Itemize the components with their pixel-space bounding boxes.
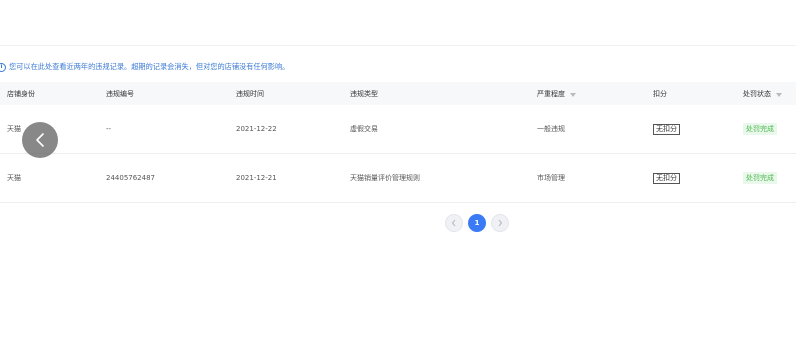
cell-violation-time: 2021-12-21 xyxy=(236,174,277,182)
col-severity: 严重程度 xyxy=(537,82,576,105)
cell-penalty-status: 处罚完成 xyxy=(743,154,777,202)
table-header: 店铺身份 违规编号 违规时间 违规类型 严重程度 扣分 处罚状态 xyxy=(0,82,796,105)
cell-severity: 一般违规 xyxy=(537,125,565,133)
prev-page-button[interactable] xyxy=(445,214,463,232)
back-button[interactable] xyxy=(22,122,58,158)
status-badge: 处罚完成 xyxy=(743,123,777,135)
cell-shop: 天猫 xyxy=(7,174,21,182)
deduction-tag: 无扣分 xyxy=(653,172,680,184)
col-deduction: 扣分 xyxy=(653,89,667,98)
status-badge: 处罚完成 xyxy=(743,172,777,184)
top-divider xyxy=(0,45,796,46)
cell-deduction: 无扣分 xyxy=(653,154,680,202)
col-violation-id: 违规编号 xyxy=(106,89,134,98)
cell-violation-id: -- xyxy=(106,125,112,133)
col-penalty-status: 处罚状态 xyxy=(743,82,782,105)
cell-violation-type: 虚假交易 xyxy=(350,125,378,133)
chevron-left-icon xyxy=(451,219,456,227)
col-shop-identity: 店铺身份 xyxy=(7,89,35,98)
notice-text: 您可以在此处查看近两年的违规记录。超期的记录会消失，但对您的店铺没有任何影响。 xyxy=(9,62,290,71)
cell-severity: 市场管理 xyxy=(537,174,565,182)
severity-filter-icon[interactable] xyxy=(570,92,576,97)
violations-table: 店铺身份 违规编号 违规时间 违规类型 严重程度 扣分 处罚状态 天猫 -- 2… xyxy=(0,82,796,203)
col-violation-time: 违规时间 xyxy=(236,89,264,98)
cell-violation-id: 24405762487 xyxy=(106,174,155,182)
info-icon: i xyxy=(0,62,6,72)
cell-penalty-status: 处罚完成 xyxy=(743,105,777,153)
page-1-button[interactable]: 1 xyxy=(468,214,486,232)
next-page-button[interactable] xyxy=(491,214,509,232)
table-row: 天猫 24405762487 2021-12-21 天猫销量评价管理规则 市场管… xyxy=(0,154,796,203)
cell-violation-time: 2021-12-22 xyxy=(236,125,277,133)
status-filter-icon[interactable] xyxy=(776,92,782,97)
chevron-right-icon xyxy=(498,219,503,227)
col-violation-type: 违规类型 xyxy=(350,89,378,98)
cell-shop: 天猫 xyxy=(7,125,21,133)
cell-deduction: 无扣分 xyxy=(653,105,680,153)
table-row: 天猫 -- 2021-12-22 虚假交易 一般违规 无扣分 处罚完成 xyxy=(0,105,796,154)
deduction-tag: 无扣分 xyxy=(653,123,680,135)
cell-violation-type: 天猫销量评价管理规则 xyxy=(350,174,420,182)
notice-bar: i 您可以在此处查看近两年的违规记录。超期的记录会消失，但对您的店铺没有任何影响… xyxy=(0,61,289,73)
chevron-left-icon xyxy=(36,133,44,147)
pagination: 1 xyxy=(445,214,509,232)
